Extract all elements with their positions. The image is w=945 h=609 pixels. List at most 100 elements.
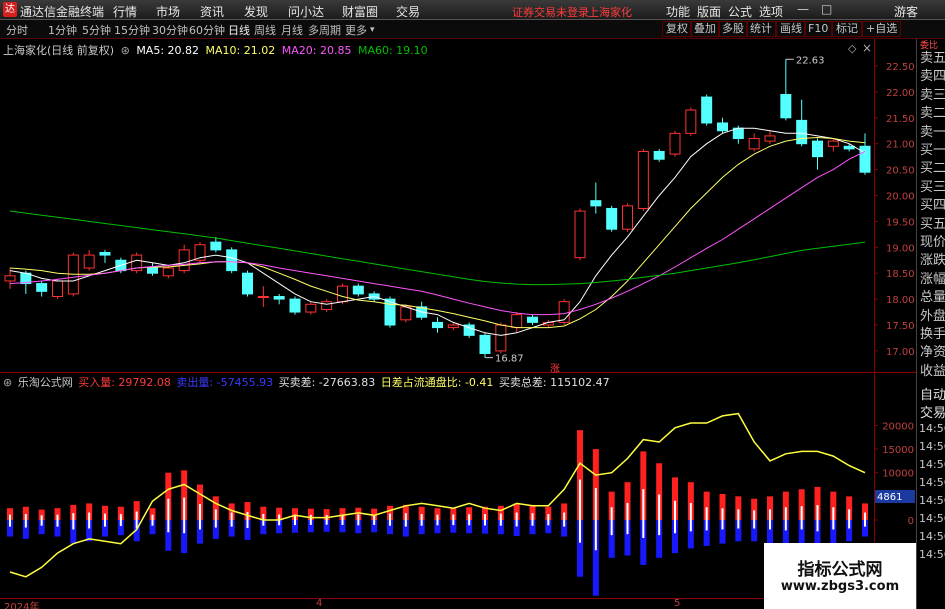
- menu-shichang[interactable]: 市场: [156, 3, 180, 20]
- menu-faxian[interactable]: 发现: [244, 3, 268, 20]
- candle-body: [226, 249, 238, 272]
- buy-core-bar: [135, 511, 138, 520]
- watermark: 指标公式网 www.zbgs3.com: [764, 543, 916, 609]
- period-15min[interactable]: 15分钟: [114, 22, 150, 38]
- candle: [701, 94, 713, 126]
- legend-ma60: MA60: 19.10: [357, 44, 428, 57]
- minimize-button[interactable]: —: [797, 2, 809, 16]
- quote-field: 买二: [920, 161, 945, 177]
- candle: [859, 133, 871, 175]
- period-30min[interactable]: 30分钟: [152, 22, 188, 38]
- candle-body: [432, 321, 443, 329]
- sell-core-bar: [547, 520, 550, 526]
- period-monthly[interactable]: 月线: [281, 22, 303, 38]
- mark-button[interactable]: 标记: [832, 21, 862, 37]
- candle-body: [257, 296, 269, 299]
- candle: [131, 252, 143, 274]
- candle: [511, 312, 523, 333]
- auto-button[interactable]: 自动: [920, 384, 945, 403]
- candle-body: [99, 251, 111, 256]
- stats-button[interactable]: 统计: [746, 21, 776, 37]
- sell-core-bar: [594, 520, 597, 551]
- menu-jiaoyi[interactable]: 交易: [396, 3, 420, 20]
- period-more[interactable]: 更多: [345, 22, 367, 38]
- sell-core-bar: [199, 520, 201, 530]
- multi-stock-button[interactable]: 多股: [718, 21, 748, 37]
- sell-core-bar: [230, 520, 233, 527]
- menu-wenxiaoda[interactable]: 问小达: [288, 3, 324, 20]
- candle-body: [273, 296, 285, 300]
- price-tick-label: 21.00: [886, 140, 915, 151]
- quote-field: 涨幅: [920, 271, 945, 287]
- period-weekly[interactable]: 周线: [254, 22, 276, 38]
- candle: [352, 283, 364, 297]
- sell-core-bar: [56, 520, 59, 527]
- quote-field: 现价: [920, 235, 945, 250]
- menu-gongshi[interactable]: 公式: [728, 3, 752, 20]
- indicator-settings-icon[interactable]: ⊛: [3, 376, 12, 389]
- sell-core-bar: [753, 520, 756, 529]
- add-watchlist-button[interactable]: +自选: [862, 21, 902, 37]
- quote-field: 收益: [920, 363, 945, 379]
- sell-core-bar: [436, 520, 439, 526]
- main-panel-close-icon[interactable]: ×: [862, 41, 872, 55]
- sell-core-bar: [309, 520, 312, 525]
- quote-field: 买四: [920, 198, 945, 214]
- menu-zixun[interactable]: 资讯: [200, 3, 224, 20]
- menu-banmian[interactable]: 版面: [697, 3, 721, 20]
- quote-field: 卖五: [920, 51, 945, 66]
- sell-core-bar: [294, 520, 296, 526]
- draw-line-button[interactable]: 画线: [776, 21, 806, 37]
- menu-xuanxiang[interactable]: 选项: [759, 3, 783, 20]
- candle-body: [4, 275, 16, 282]
- menu-caifuquan[interactable]: 财富圈: [342, 3, 378, 20]
- tick-time: 14:56: [919, 530, 945, 543]
- guest-label[interactable]: 游客: [894, 3, 918, 20]
- main-panel-option-icon[interactable]: ◇: [848, 42, 856, 55]
- settings-icon[interactable]: ⊛: [121, 44, 130, 57]
- period-fenshi[interactable]: 分时: [6, 22, 28, 38]
- buy-core-bar: [214, 509, 217, 520]
- candle: [305, 301, 317, 315]
- candle: [384, 296, 396, 328]
- candle: [495, 322, 507, 354]
- fuquan-button[interactable]: 复权: [662, 21, 692, 37]
- sell-core-bar: [658, 520, 661, 536]
- buy-core-bar: [579, 479, 581, 520]
- candle-body: [812, 140, 823, 158]
- tick-time: 14:56: [919, 548, 945, 561]
- maximize-button[interactable]: □: [821, 2, 832, 16]
- menu-gongneng[interactable]: 功能: [666, 3, 690, 20]
- period-5min[interactable]: 5分钟: [82, 22, 111, 38]
- trade-button[interactable]: 交易: [920, 402, 945, 421]
- candle-body: [400, 306, 412, 321]
- indicator-chart[interactable]: [0, 373, 874, 598]
- candle: [780, 59, 792, 121]
- sell-core-bar: [531, 520, 534, 526]
- legend-ma10: MA10: 21.02: [205, 44, 276, 57]
- login-notice[interactable]: 证券交易未登录: [512, 4, 589, 20]
- f10-button[interactable]: F10: [804, 21, 833, 37]
- candle-body: [447, 324, 459, 329]
- more-dropdown-icon[interactable]: ▾: [370, 25, 375, 35]
- candle: [574, 208, 586, 261]
- candle: [653, 148, 665, 162]
- candle-body: [289, 298, 301, 313]
- period-daily[interactable]: 日线: [228, 22, 250, 38]
- candle: [194, 242, 206, 263]
- buy-core-bar: [104, 513, 106, 520]
- period-toolbar: 分时 1分钟 5分钟 15分钟 30分钟 60分钟 日线 周线 月线 多周期 更…: [0, 20, 945, 39]
- tick-time: 14:56: [919, 422, 945, 435]
- candlestick-chart[interactable]: 22.63 16.87: [0, 39, 874, 373]
- candle: [669, 130, 681, 157]
- menu-hangqing[interactable]: 行情: [113, 3, 137, 20]
- buy-core-bar: [56, 514, 59, 520]
- tick-time: 14:56: [919, 512, 945, 525]
- period-1min[interactable]: 1分钟: [48, 22, 77, 38]
- period-60min[interactable]: 60分钟: [189, 22, 225, 38]
- overlay-button[interactable]: 叠加: [690, 21, 720, 37]
- period-multi[interactable]: 多周期: [308, 22, 341, 38]
- sell-core-bar: [705, 520, 708, 531]
- sell-core-bar: [689, 520, 692, 532]
- candle: [147, 262, 158, 276]
